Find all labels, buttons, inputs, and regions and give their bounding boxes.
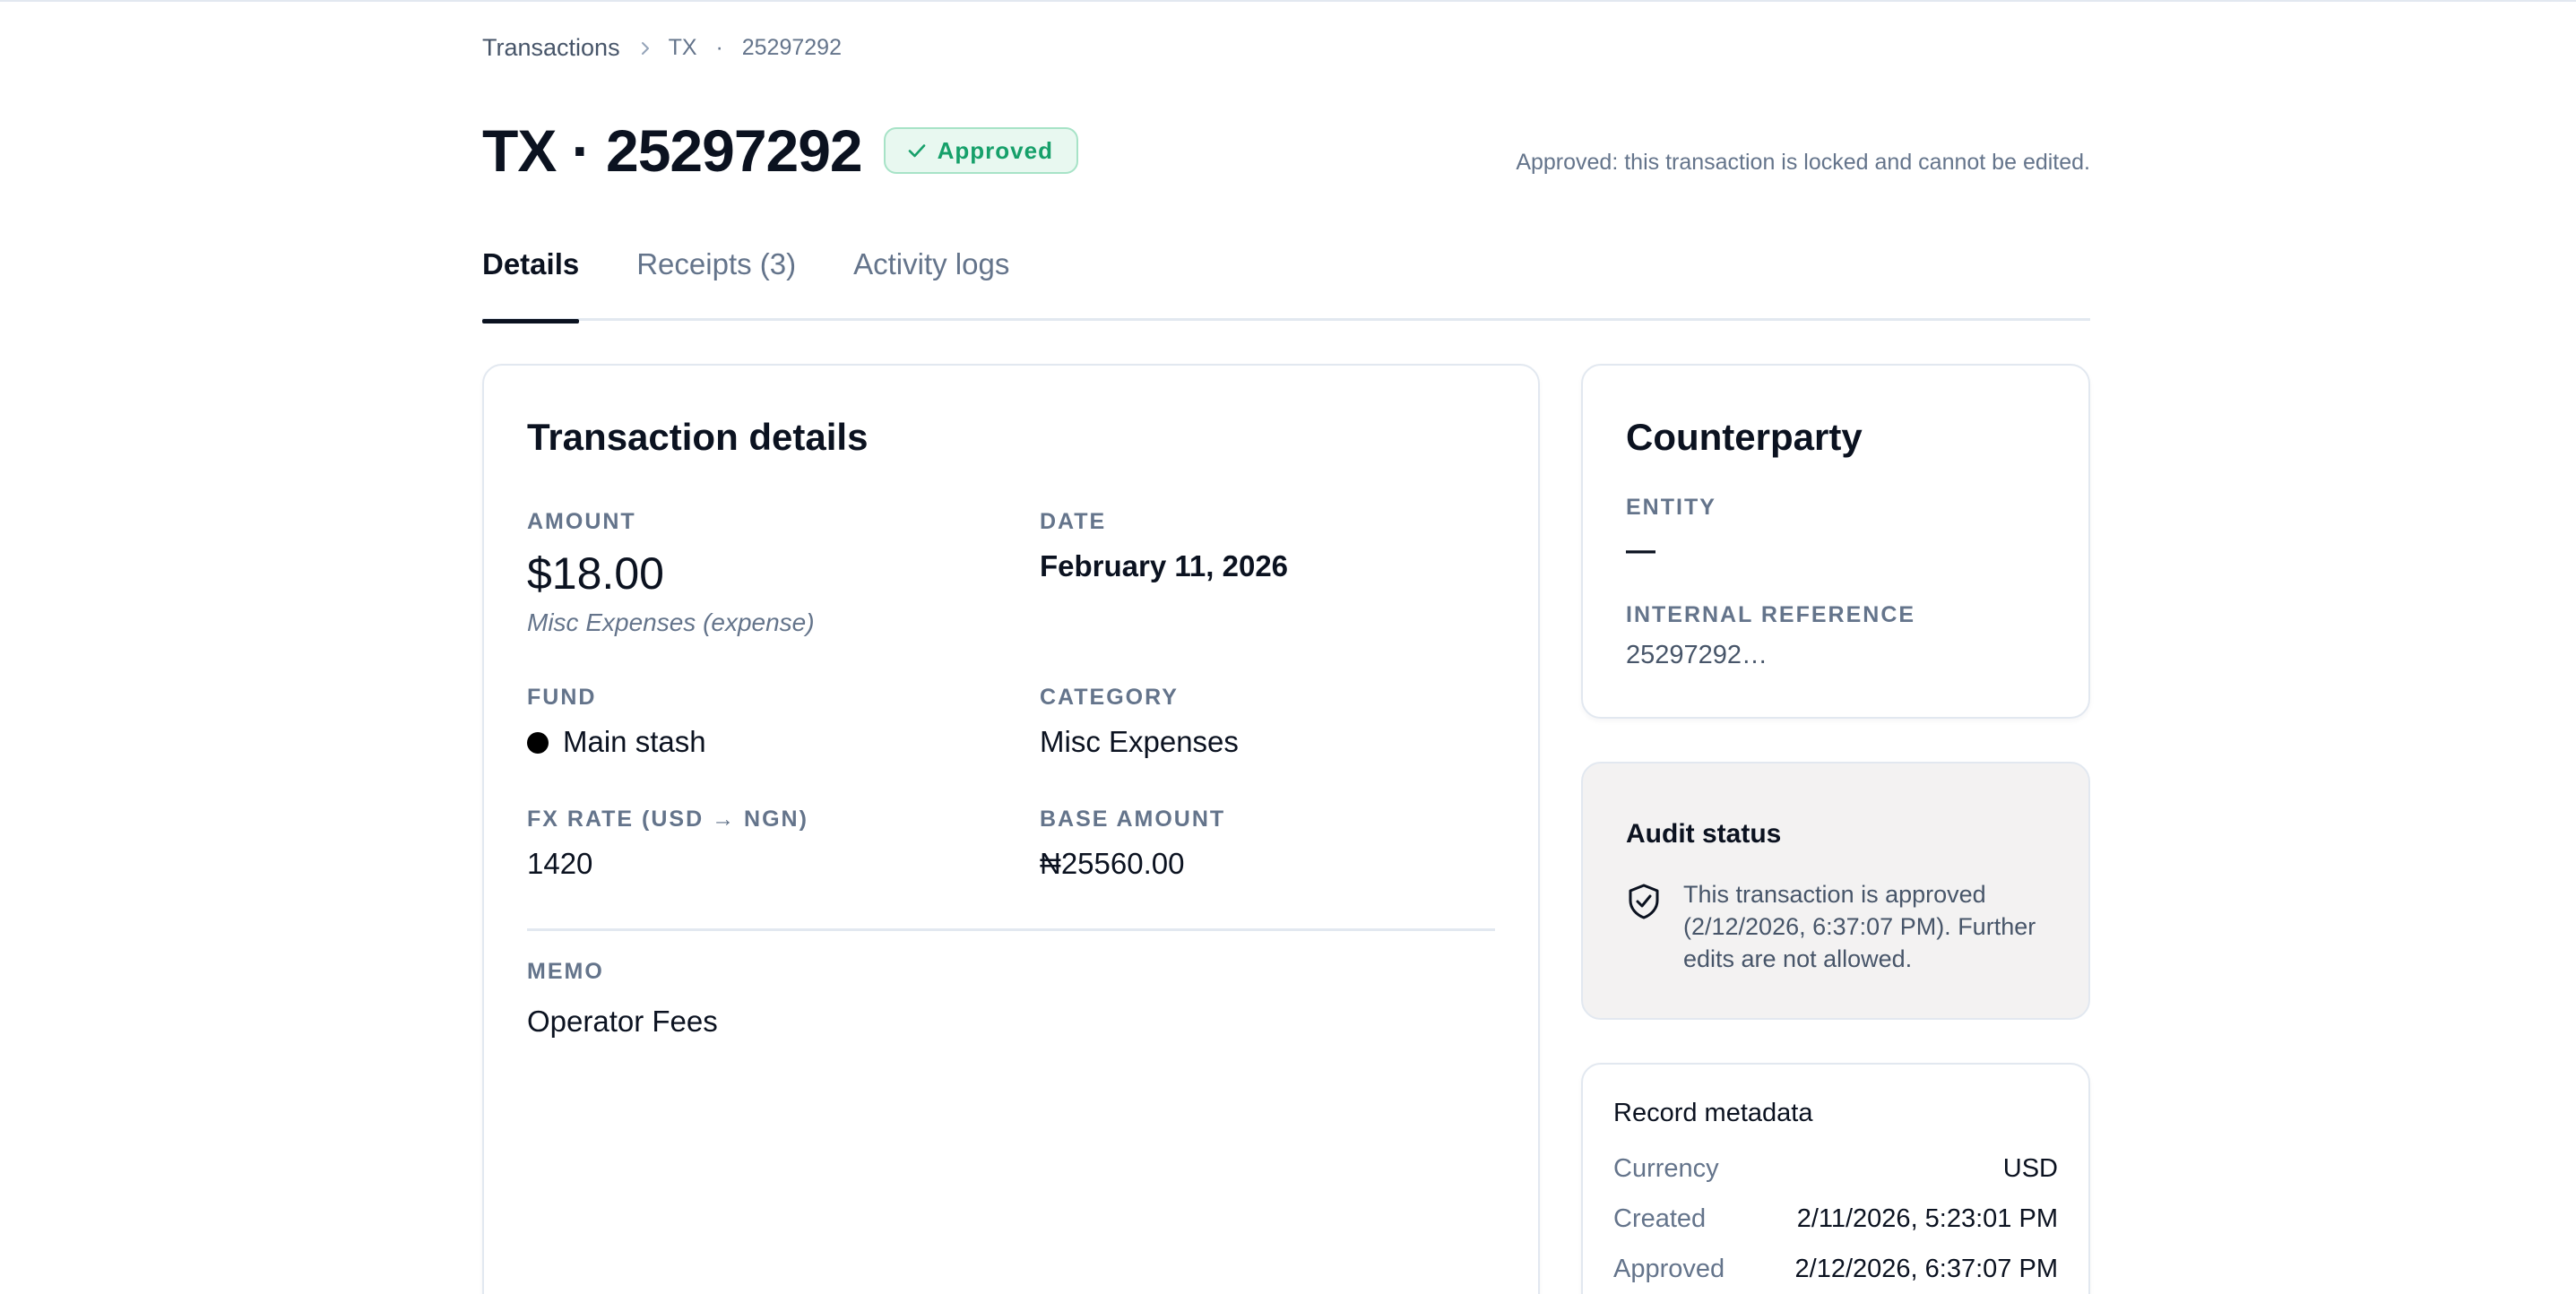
internal-reference-value: 25297292… <box>1626 641 1768 669</box>
tab-details[interactable]: Details <box>482 235 580 324</box>
metadata-row-created: Created 2/11/2026, 5:23:01 PM <box>1613 1204 2058 1234</box>
metadata-value: 2/12/2026, 6:37:07 PM <box>1794 1255 2058 1283</box>
memo-label: MEMO <box>527 959 604 984</box>
memo-value: Operator Fees <box>527 1005 718 1038</box>
fund-name: Main stash <box>563 725 706 758</box>
counterparty-title: Counterparty <box>1626 416 1863 458</box>
tab-activity-logs[interactable]: Activity logs <box>853 235 1009 321</box>
metadata-row-approved: Approved 2/12/2026, 6:37:07 PM <box>1613 1255 2058 1284</box>
breadcrumb-current-dot: · <box>715 35 723 60</box>
category-field: CATEGORY Misc Expenses <box>1040 685 1239 759</box>
metadata-key: Created <box>1613 1204 1707 1233</box>
entity-field: ENTITY — <box>1626 495 1716 567</box>
category-value: Misc Expenses <box>1040 725 1239 758</box>
metadata-value: USD <box>2002 1154 2058 1183</box>
amount-label: AMOUNT <box>527 509 636 534</box>
fund-value: Main stash <box>527 725 706 759</box>
status-badge: Approved <box>883 127 1078 174</box>
metadata-value: 2/11/2026, 5:23:01 PM <box>1796 1204 2058 1233</box>
breadcrumb: Transactions TX · 25297292 <box>482 34 842 62</box>
fx-rate-field: FX RATE (USD → NGN) 1420 <box>527 807 808 881</box>
internal-reference-label: INTERNAL REFERENCE <box>1626 602 1916 627</box>
top-border <box>0 0 2576 2</box>
amount-category-sub: Misc Expenses (expense) <box>527 608 815 636</box>
tab-receipts[interactable]: Receipts (3) <box>636 235 796 321</box>
memo-field: MEMO Operator Fees <box>527 959 718 1039</box>
date-field: DATE February 11, 2026 <box>1040 509 1288 583</box>
fund-field: FUND Main stash <box>527 685 706 759</box>
counterparty-card: Counterparty ENTITY — INTERNAL REFERENCE… <box>1581 364 2090 719</box>
entity-label: ENTITY <box>1626 495 1716 520</box>
details-divider <box>527 928 1495 931</box>
amount-field: AMOUNT $18.00 Misc Expenses (expense) <box>527 509 815 637</box>
entity-value: — <box>1626 533 1655 566</box>
base-amount-field: BASE AMOUNT ₦25560.00 <box>1040 807 1225 881</box>
check-icon <box>908 144 925 158</box>
breadcrumb-current-id: 25297292 <box>741 35 842 60</box>
page-title: TX · 25297292 <box>482 117 863 184</box>
title-row: TX · 25297292 Approved <box>482 116 1078 185</box>
audit-status-text: This transaction is approved (2/12/2026,… <box>1683 881 2036 972</box>
audit-status-title: Audit status <box>1626 819 1782 849</box>
internal-reference-field: INTERNAL REFERENCE 25297292… <box>1626 602 1915 670</box>
metadata-row-currency: Currency USD <box>1613 1154 2058 1184</box>
base-amount-label: BASE AMOUNT <box>1040 807 1226 832</box>
metadata-key: Currency <box>1613 1154 1719 1183</box>
transaction-details-card: Transaction details AMOUNT $18.00 Misc E… <box>482 364 1540 1294</box>
shield-check-icon <box>1628 884 1660 924</box>
fx-rate-value: 1420 <box>527 847 593 880</box>
date-value: February 11, 2026 <box>1040 549 1289 582</box>
category-label: CATEGORY <box>1040 685 1179 710</box>
date-label: DATE <box>1040 509 1107 534</box>
fund-color-dot <box>527 732 549 754</box>
transaction-details-title: Transaction details <box>527 416 869 458</box>
lock-note: Approved: this transaction is locked and… <box>1516 150 2090 175</box>
chevron-right-icon <box>638 41 653 56</box>
record-metadata-card: Record metadata Currency USD Created 2/1… <box>1581 1063 2090 1294</box>
record-metadata-title: Record metadata <box>1613 1099 1813 1127</box>
fund-label: FUND <box>527 685 597 710</box>
breadcrumb-current-prefix: TX <box>668 35 697 60</box>
fx-rate-label: FX RATE (USD → NGN) <box>527 807 808 832</box>
audit-status-card: Audit status This transaction is approve… <box>1581 762 2090 1020</box>
status-badge-label: Approved <box>937 136 1053 164</box>
amount-value: $18.00 <box>527 548 664 599</box>
tab-bar: Details Receipts (3) Activity logs <box>482 235 2090 324</box>
base-amount-value: ₦25560.00 <box>1040 847 1185 880</box>
breadcrumb-transactions-link[interactable]: Transactions <box>482 34 620 62</box>
metadata-key: Approved <box>1613 1255 1725 1283</box>
breadcrumb-current: TX · 25297292 <box>669 35 842 61</box>
